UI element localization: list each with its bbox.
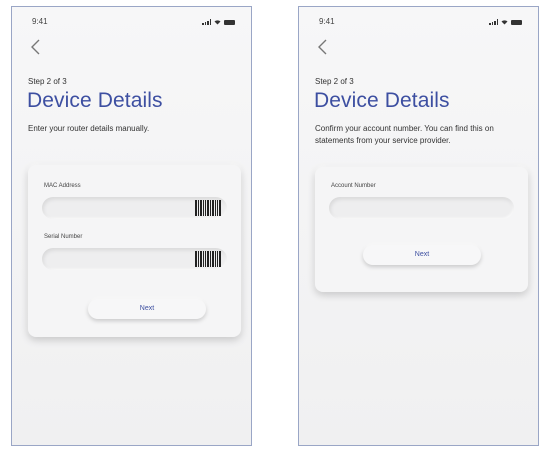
status-time: 9:41 — [32, 17, 48, 26]
page-description: Confirm your account number. You can fin… — [315, 124, 494, 145]
battery-icon — [224, 19, 235, 25]
mac-address-field[interactable] — [42, 197, 227, 219]
status-bar: 9:41 — [319, 17, 522, 29]
form-card: MAC Address Serial Number Next — [28, 165, 241, 337]
next-button[interactable]: Next — [363, 245, 481, 265]
barcode-scan-icon[interactable] — [195, 200, 221, 216]
status-icons — [202, 19, 235, 25]
step-indicator: Step 2 of 3 — [28, 77, 67, 86]
serial-number-field[interactable] — [42, 248, 227, 270]
back-chevron-icon[interactable] — [28, 37, 44, 57]
status-time: 9:41 — [319, 17, 335, 26]
wifi-icon — [501, 19, 508, 24]
serial-number-label: Serial Number — [44, 234, 83, 240]
phone-screen-account-number: 9:41 Step 2 of 3 Device Details Confirm … — [298, 6, 539, 446]
status-icons — [489, 19, 522, 25]
form-card: Account Number Next — [315, 167, 528, 292]
page-title: Device Details — [314, 89, 450, 112]
signal-icon — [202, 19, 211, 25]
battery-icon — [511, 19, 522, 25]
status-bar: 9:41 — [32, 17, 235, 29]
step-indicator: Step 2 of 3 — [315, 77, 354, 86]
barcode-scan-icon[interactable] — [195, 251, 221, 267]
mac-address-label: MAC Address — [44, 183, 81, 189]
page-description: Enter your router details manually. — [28, 124, 150, 133]
signal-icon — [489, 19, 498, 25]
page-title: Device Details — [27, 89, 163, 112]
account-number-label: Account Number — [331, 183, 376, 189]
account-number-field[interactable] — [329, 197, 514, 219]
next-button[interactable]: Next — [88, 299, 206, 319]
phone-screen-router-details: 9:41 Step 2 of 3 Device Details Enter yo… — [11, 6, 252, 446]
wifi-icon — [214, 19, 221, 24]
back-chevron-icon[interactable] — [315, 37, 331, 57]
